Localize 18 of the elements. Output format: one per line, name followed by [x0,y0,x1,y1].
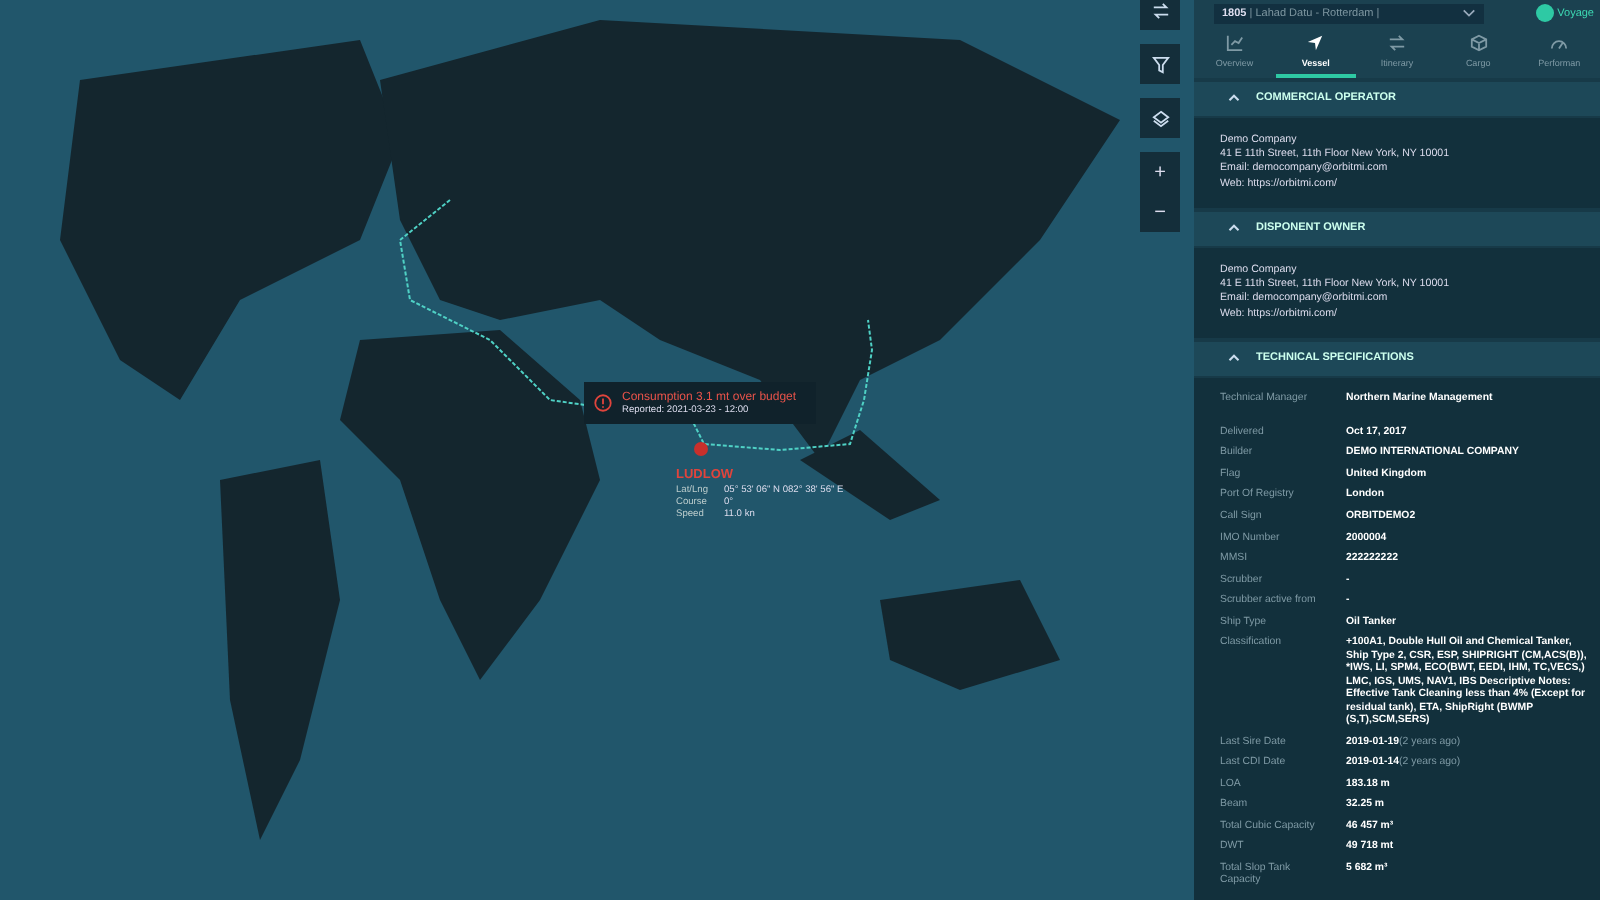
chevron-icon [1228,354,1240,363]
zoom-out-button[interactable]: − [1140,192,1180,232]
layers-button[interactable] [1140,98,1180,138]
layers-icon [1151,109,1169,127]
caret-icon [1462,8,1476,19]
navigation-arrow-icon [1306,33,1325,52]
ship-marker-icon[interactable] [694,442,708,456]
chevron-icon [1228,94,1240,103]
swap-icon [1151,1,1169,19]
filter-icon [1151,55,1169,73]
filter-button[interactable] [1140,44,1180,84]
chevron-icon [1228,224,1240,233]
cube-icon [1469,33,1488,52]
swap-button[interactable] [1140,0,1180,30]
zoom-in-button[interactable]: + [1140,152,1180,192]
chart-icon [1225,33,1244,52]
alert-icon [594,394,612,412]
swap-icon [1387,33,1406,52]
